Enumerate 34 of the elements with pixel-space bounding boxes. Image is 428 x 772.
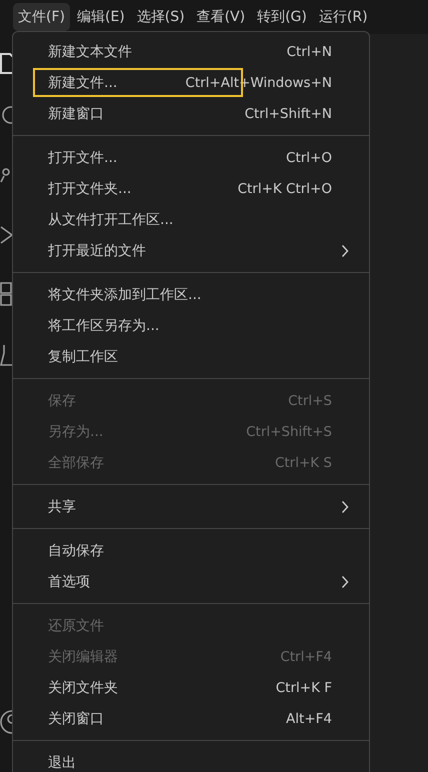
menu-bar-item[interactable]: 文件(F) [13, 3, 70, 31]
menu-item[interactable]: 打开最近的文件 [13, 235, 369, 266]
menu-item[interactable]: 关闭窗口 Alt+F4 [13, 703, 369, 734]
menu-item[interactable]: 将工作区另存为... [13, 310, 369, 341]
menu-bar-item[interactable]: 查看(V) [192, 3, 250, 31]
menu-bar-item[interactable]: 选择(S) [132, 3, 190, 31]
menu-item[interactable]: 共享 [13, 491, 369, 522]
shortcut-text: Ctrl+Shift+S [246, 424, 332, 440]
shortcut-text: Ctrl+K Ctrl+O [238, 180, 332, 196]
menu-item[interactable]: 自动保存 [13, 535, 369, 566]
shortcut-text: Ctrl+O [286, 150, 332, 166]
flask-icon[interactable] [0, 344, 12, 368]
shortcut-text: Ctrl+K F [276, 680, 332, 696]
menu-item[interactable]: 首选项 [13, 566, 369, 597]
play-icon[interactable] [0, 224, 12, 246]
menu-item[interactable]: 从文件打开工作区... [13, 204, 369, 235]
menu-item[interactable]: 打开文件... Ctrl+O [13, 142, 369, 173]
shortcut-text: Ctrl+Shift+N [244, 106, 332, 122]
shortcut-text: Alt+F4 [286, 710, 332, 726]
blocks-icon[interactable] [0, 282, 12, 308]
menu-item[interactable]: 打开文件夹... Ctrl+K Ctrl+O [13, 173, 369, 204]
menu-bar-item[interactable]: 运行(R) [314, 3, 373, 31]
menu-item[interactable]: 退出 [13, 747, 369, 772]
shortcut-text: Ctrl+F4 [280, 648, 332, 664]
menu-item[interactable]: 复制工作区 [13, 341, 369, 372]
menu-item[interactable]: 关闭文件夹 Ctrl+K F [13, 672, 369, 703]
menu-item[interactable]: 将文件夹添加到工作区... [13, 279, 369, 310]
menu-bar-item[interactable]: 转到(G) [252, 3, 312, 31]
shortcut-text: Ctrl+S [288, 392, 332, 408]
menu-bar-item[interactable]: 编辑(E) [72, 3, 130, 31]
menu-item[interactable]: 新建窗口 Ctrl+Shift+N [13, 98, 369, 129]
menu-item[interactable]: 新建文本文件 Ctrl+N [13, 36, 369, 67]
shortcut-text: Ctrl+N [286, 44, 332, 60]
shortcut-text: Ctrl+K S [274, 454, 332, 470]
